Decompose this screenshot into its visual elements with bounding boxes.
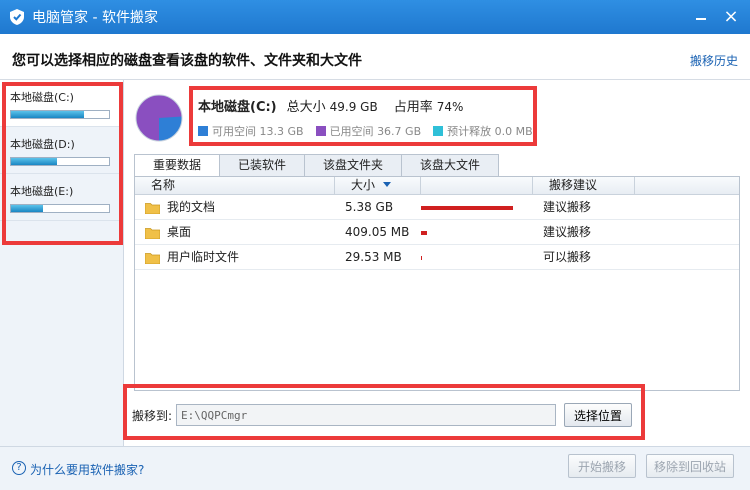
total-size-label: 总大小 — [286, 100, 326, 115]
destination-path-input[interactable] — [176, 404, 556, 426]
row-advice: 可以搬移 — [543, 250, 592, 264]
legend-free: 可用空间 13.3 GB — [198, 123, 304, 139]
window-title: 电脑管家 - 软件搬家 — [32, 10, 158, 26]
column-header-name[interactable]: 名称 — [135, 177, 335, 194]
tab-drive-folders[interactable]: 该盘文件夹 — [304, 154, 403, 176]
tab-bar: 重要数据 已装软件 该盘文件夹 该盘大文件 — [134, 154, 500, 177]
row-size: 29.53 MB — [345, 250, 402, 264]
sort-desc-icon — [383, 182, 392, 187]
folder-icon — [145, 228, 160, 239]
drive-usage-bar — [10, 110, 110, 119]
column-header-size[interactable]: 大小 — [335, 177, 421, 194]
drive-item-e[interactable]: 本地磁盘(E:) — [0, 174, 123, 221]
row-size-bar — [421, 231, 427, 235]
total-size-value: 49.9 GB — [329, 100, 378, 114]
usage-rate-label: 占用率 — [393, 100, 433, 115]
disk-usage-pie — [134, 93, 184, 143]
usage-rate-value: 74% — [436, 100, 464, 114]
minimize-button[interactable] — [688, 4, 714, 28]
shield-icon — [10, 9, 24, 25]
tab-installed-software[interactable]: 已装软件 — [219, 154, 306, 176]
data-table: 名称 大小 搬移建议 我的文档 5.38 GB 建议搬移 桌面 409.05 M… — [134, 176, 740, 391]
start-move-button[interactable]: 开始搬移 — [568, 454, 636, 478]
page-headline: 您可以选择相应的磁盘查看该盘的软件、文件夹和大文件 — [12, 53, 362, 69]
drive-label: 本地磁盘(C:) — [10, 91, 74, 104]
row-advice: 建议搬移 — [543, 200, 592, 214]
why-use-link[interactable]: 为什么要用软件搬家? — [30, 461, 144, 478]
row-size: 5.38 GB — [345, 200, 394, 214]
minimize-icon — [696, 18, 706, 20]
footer: ? 为什么要用软件搬家? 开始搬移 移除到回收站 — [0, 446, 750, 490]
tab-large-files[interactable]: 该盘大文件 — [401, 154, 500, 176]
column-header-bar — [421, 177, 533, 194]
table-row[interactable]: 我的文档 5.38 GB 建议搬移 — [135, 195, 739, 220]
drive-label: 本地磁盘(E:) — [10, 185, 74, 198]
table-row[interactable]: 用户临时文件 29.53 MB 可以搬移 — [135, 245, 739, 270]
move-to-label: 搬移到: — [132, 409, 173, 423]
move-history-link[interactable]: 搬移历史 — [690, 52, 738, 69]
legend-release: 预计释放 0.0 MB — [433, 123, 533, 139]
folder-icon — [145, 203, 160, 214]
disk-summary: 本地磁盘(C:) 总大小 49.9 GB 占用率 74% 可用空间 13.3 GB … — [198, 96, 533, 139]
row-size: 409.05 MB — [345, 225, 410, 239]
row-name: 用户临时文件 — [167, 250, 240, 264]
tab-important-data[interactable]: 重要数据 — [134, 154, 221, 177]
row-name: 桌面 — [167, 225, 192, 239]
table-row[interactable]: 桌面 409.05 MB 建议搬移 — [135, 220, 739, 245]
table-header: 名称 大小 搬移建议 — [135, 177, 739, 195]
drive-usage-bar — [10, 157, 110, 166]
move-to-recycle-bin-button[interactable]: 移除到回收站 — [646, 454, 734, 478]
legend-used: 已用空间 36.7 GB — [315, 123, 421, 139]
column-header-advice[interactable]: 搬移建议 — [533, 177, 635, 194]
row-size-bar — [421, 206, 513, 210]
drive-list: 本地磁盘(C:) 本地磁盘(D:) 本地磁盘(E:) — [0, 80, 124, 446]
row-name: 我的文档 — [167, 200, 216, 214]
title-bar: 电脑管家 - 软件搬家 × — [0, 0, 750, 34]
choose-location-button[interactable]: 选择位置 — [564, 403, 632, 427]
help-icon[interactable]: ? — [12, 461, 26, 475]
summary-drive-name: 本地磁盘(C:) — [198, 100, 277, 115]
drive-item-d[interactable]: 本地磁盘(D:) — [0, 127, 123, 174]
move-to-row: 搬移到: 选择位置 — [126, 392, 750, 442]
close-icon: × — [723, 5, 739, 27]
header-strip: 您可以选择相应的磁盘查看该盘的软件、文件夹和大文件 搬移历史 — [0, 34, 750, 80]
close-button[interactable]: × — [718, 4, 744, 28]
row-advice: 建议搬移 — [543, 225, 592, 239]
drive-item-c[interactable]: 本地磁盘(C:) — [0, 80, 123, 127]
row-size-bar — [421, 256, 422, 260]
drive-usage-bar — [10, 204, 110, 213]
folder-icon — [145, 253, 160, 264]
drive-label: 本地磁盘(D:) — [10, 138, 75, 151]
